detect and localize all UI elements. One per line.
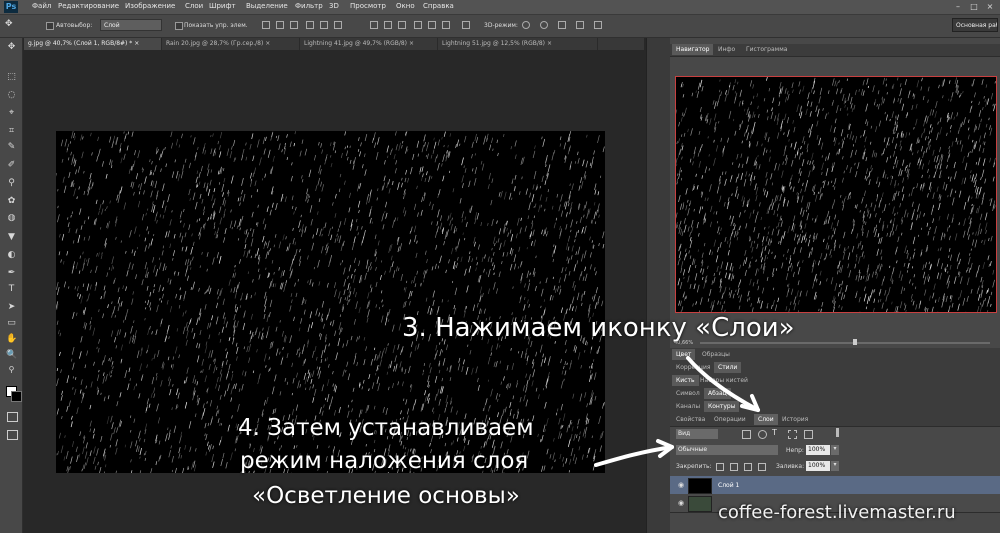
arrow-to-blend-mode <box>594 439 674 467</box>
annotation-arrows <box>594 356 760 467</box>
watermark-text: coffee-forest.livemaster.ru <box>718 502 956 523</box>
arrow-to-layers-tab <box>686 356 760 412</box>
